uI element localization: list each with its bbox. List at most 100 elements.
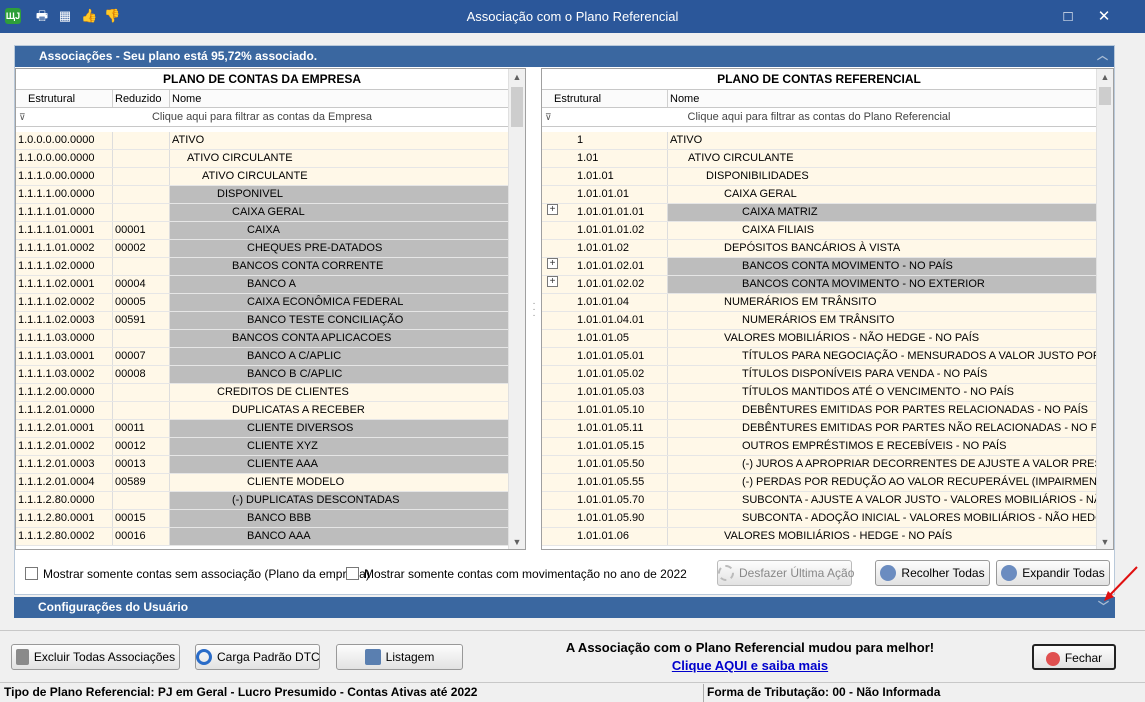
associations-header[interactable]: Associações - Seu plano está 95,72% asso…: [15, 46, 1114, 67]
referential-grid-scrollbar[interactable]: ▲ ▼: [1096, 69, 1113, 549]
table-row[interactable]: 1.1.1.1.02.0000 BANCOS CONTA CORRENTE: [16, 258, 508, 276]
cell-nome: ATIVO CIRCULANTE: [187, 152, 293, 164]
col-estrutural[interactable]: Estrutural: [28, 93, 75, 105]
table-row[interactable]: 1.1.1.2.01.0004 00589 CLIENTE MODELO: [16, 474, 508, 492]
col-nome[interactable]: Nome: [172, 93, 201, 105]
table-row[interactable]: 1.1.1.1.02.0002 00005 CAIXA ECONÔMICA FEDE…: [16, 294, 508, 312]
table-row[interactable]: 1.01.01.04.01 NUMERÁRIOS EM TRÂNSITO: [542, 312, 1096, 330]
expand-label: Expandir Todas: [1022, 566, 1105, 580]
table-row[interactable]: 1.01.01.05.50 (-) JUROS A APROPRIAR DECOR…: [542, 456, 1096, 474]
expand-plus-icon[interactable]: +: [547, 204, 558, 215]
table-row[interactable]: 1.1.1.2.00.0000 CREDITOS DE CLIENTES: [16, 384, 508, 402]
table-row[interactable]: 1.1.1.1.00.0000 DISPONIVEL: [16, 186, 508, 204]
table-row[interactable]: 1.01.01.05.01 TÍTULOS PARA NEGOCIAÇÃO - M…: [542, 348, 1096, 366]
table-row[interactable]: 1.01.01 DISPONIBILIDADES: [542, 168, 1096, 186]
table-row[interactable]: 1.01.01.05.15 OUTROS EMPRÉSTIMOS E RECEBÍ…: [542, 438, 1096, 456]
chk-unassociated[interactable]: Mostrar somente contas sem associação (P…: [25, 566, 370, 582]
table-row[interactable]: 1.01.01.05.10 DEBÊNTURES EMITIDAS POR PAR…: [542, 402, 1096, 420]
table-row[interactable]: 1.1.1.2.01.0003 00013 CLIENTE AAA: [16, 456, 508, 474]
company-filter-row[interactable]: ⊽ Clique aqui para filtrar as contas da …: [16, 108, 508, 127]
table-row[interactable]: 1.1.1.2.01.0002 00012 CLIENTE XYZ: [16, 438, 508, 456]
table-row[interactable]: 1.1.1.0.00.0000 ATIVO CIRCULANTE: [16, 168, 508, 186]
table-row[interactable]: 1.01.01.02.02 BANCOS CONTA MOVIMENTO - NO…: [542, 276, 1096, 294]
referential-accounts-grid: PLANO DE CONTAS REFERENCIAL Estrutural N…: [541, 68, 1114, 550]
table-row[interactable]: 1.1.1.2.01.0001 00011 CLIENTE DIVERSOS: [16, 420, 508, 438]
table-row[interactable]: 1.01.01.05.03 TÍTULOS MANTIDOS ATÉ O VENC…: [542, 384, 1096, 402]
table-row[interactable]: 1.1.1.1.01.0000 CAIXA GERAL: [16, 204, 508, 222]
table-row[interactable]: 1.1.1.1.01.0002 00002 CHEQUES PRE-DATADOS: [16, 240, 508, 258]
delete-all-associations-button[interactable]: Excluir Todas Associações: [11, 644, 180, 670]
table-row[interactable]: 1.01.01.05 VALORES MOBILIÁRIOS - NÃO HEDG…: [542, 330, 1096, 348]
chk-with-movement-label: Mostrar somente contas com movimentação …: [364, 567, 687, 581]
cell-estrutural: 1.01: [542, 150, 668, 167]
company-grid-scrollbar[interactable]: ▲ ▼: [508, 69, 525, 549]
scroll-down-icon[interactable]: ▼: [509, 537, 525, 547]
chevron-up-icon[interactable]: ︿: [1097, 46, 1108, 67]
table-row[interactable]: 1.01.01.05.90 SUBCONTA - ADOÇÃO INICIAL -…: [542, 510, 1096, 528]
checkbox-icon[interactable]: [346, 567, 359, 580]
scroll-up-icon[interactable]: ▲: [1097, 72, 1113, 82]
cell-reduzido: 00008: [113, 366, 170, 383]
table-row[interactable]: 1.1.1.2.80.0002 00016 BANCO AAA: [16, 528, 508, 546]
table-row[interactable]: 1.1.1.1.01.0001 00001 CAIXA: [16, 222, 508, 240]
scroll-up-icon[interactable]: ▲: [509, 72, 525, 82]
table-row[interactable]: 1 ATIVO: [542, 132, 1096, 150]
table-row[interactable]: 1.01.01.04 NUMERÁRIOS EM TRÂNSITO: [542, 294, 1096, 312]
table-row[interactable]: 1.1.1.2.80.0001 00015 BANCO BBB: [16, 510, 508, 528]
cell-nome: ATIVO CIRCULANTE: [202, 170, 308, 182]
scroll-thumb[interactable]: [1099, 87, 1111, 105]
cell-nome: VALORES MOBILIÁRIOS - HEDGE - NO PAÍS: [724, 530, 953, 542]
cell-reduzido: 00012: [113, 438, 170, 455]
expand-plus-icon[interactable]: +: [547, 276, 558, 287]
col-nome-ref[interactable]: Nome: [670, 93, 699, 105]
table-row[interactable]: 1.01.01.06 VALORES MOBILIÁRIOS - HEDGE - …: [542, 528, 1096, 546]
table-row[interactable]: 1.0.0.0.00.0000 ATIVO: [16, 132, 508, 150]
table-row[interactable]: 1.1.1.1.03.0001 00007 BANCO A C/APLIC: [16, 348, 508, 366]
cell-nome: OUTROS EMPRÉSTIMOS E RECEBÍVEIS - NO PAÍ…: [742, 440, 1007, 452]
close-button[interactable]: Fechar: [1032, 644, 1116, 670]
table-row[interactable]: 1.1.1.1.03.0002 00008 BANCO B C/APLIC: [16, 366, 508, 384]
expand-plus-icon[interactable]: +: [547, 258, 558, 269]
cell-nome: BANCO B C/APLIC: [247, 368, 343, 380]
col-estrutural-ref[interactable]: Estrutural: [554, 93, 601, 105]
user-config-header[interactable]: Configurações do Usuário ﹀: [14, 597, 1115, 618]
table-row[interactable]: 1.01.01.01.01 CAIXA MATRIZ +: [542, 204, 1096, 222]
col-reduzido[interactable]: Reduzido: [115, 93, 161, 105]
cell-estrutural: 1.1.1.1.03.0002: [16, 366, 113, 383]
close-window-button[interactable]: ✕: [1082, 0, 1126, 33]
listing-button[interactable]: Listagem: [336, 644, 463, 670]
checkbox-icon[interactable]: [25, 567, 38, 580]
table-row[interactable]: 1.01.01.01.02 CAIXA FILIAIS: [542, 222, 1096, 240]
table-row[interactable]: 1.01.01.01 CAIXA GERAL: [542, 186, 1096, 204]
chk-with-movement[interactable]: Mostrar somente contas com movimentação …: [346, 566, 687, 582]
table-row[interactable]: 1.01.01.05.55 (-) PERDAS POR REDUÇÃO AO V…: [542, 474, 1096, 492]
table-row[interactable]: 1.01.01.05.02 TÍTULOS DISPONÍVEIS PARA VE…: [542, 366, 1096, 384]
table-row[interactable]: 1.01.01.02 DEPÓSITOS BANCÁRIOS À VISTA: [542, 240, 1096, 258]
splitter-grip-icon[interactable]: · · ·: [531, 299, 537, 321]
table-row[interactable]: 1.01.01.05.11 DEBÊNTURES EMITIDAS POR PAR…: [542, 420, 1096, 438]
cell-estrutural: 1.01.01.01.02: [542, 222, 668, 239]
referential-rows: 1 ATIVO 1.01 ATIVO CIRCULANTE 1.01.01 DISPONI…: [542, 132, 1096, 546]
cell-nome: DUPLICATAS A RECEBER: [232, 404, 365, 416]
table-row[interactable]: 1.1.1.1.03.0000 BANCOS CONTA APLICACOES: [16, 330, 508, 348]
cell-estrutural: 1.01.01.01.01: [542, 204, 668, 221]
table-row[interactable]: 1.1.1.2.80.0000 (-) DUPLICATAS DESCONTADA…: [16, 492, 508, 510]
load-default-dtc-button[interactable]: Carga Padrão DTC: [195, 644, 320, 670]
table-row[interactable]: 1.01.01.02.01 BANCOS CONTA MOVIMENTO - NO…: [542, 258, 1096, 276]
cell-nome: (-) JUROS A APROPRIAR DECORRENTES DE AJU…: [742, 458, 1096, 470]
table-row[interactable]: 1.01 ATIVO CIRCULANTE: [542, 150, 1096, 168]
table-row[interactable]: 1.1.1.2.01.0000 DUPLICATAS A RECEBER: [16, 402, 508, 420]
table-row[interactable]: 1.01.01.05.70 SUBCONTA - AJUSTE A VALOR J…: [542, 492, 1096, 510]
table-row[interactable]: 1.1.0.0.00.0000 ATIVO CIRCULANTE: [16, 150, 508, 168]
learn-more-link[interactable]: Clique AQUI e saiba mais: [500, 658, 1000, 673]
undo-button[interactable]: Desfazer Última Ação: [717, 560, 854, 586]
table-row[interactable]: 1.1.1.1.02.0003 00591 BANCO TESTE CONCILIA…: [16, 312, 508, 330]
collapse-all-button[interactable]: Recolher Todas: [875, 560, 990, 586]
scroll-thumb[interactable]: [511, 87, 523, 127]
cell-nome: DISPONIBILIDADES: [706, 170, 809, 182]
referential-filter-row[interactable]: ⊽ Clique aqui para filtrar as contas do …: [542, 108, 1096, 127]
expand-all-button[interactable]: Expandir Todas: [996, 560, 1110, 586]
cell-estrutural: 1.01.01: [542, 168, 668, 185]
table-row[interactable]: 1.1.1.1.02.0001 00004 BANCO A: [16, 276, 508, 294]
scroll-down-icon[interactable]: ▼: [1097, 537, 1113, 547]
